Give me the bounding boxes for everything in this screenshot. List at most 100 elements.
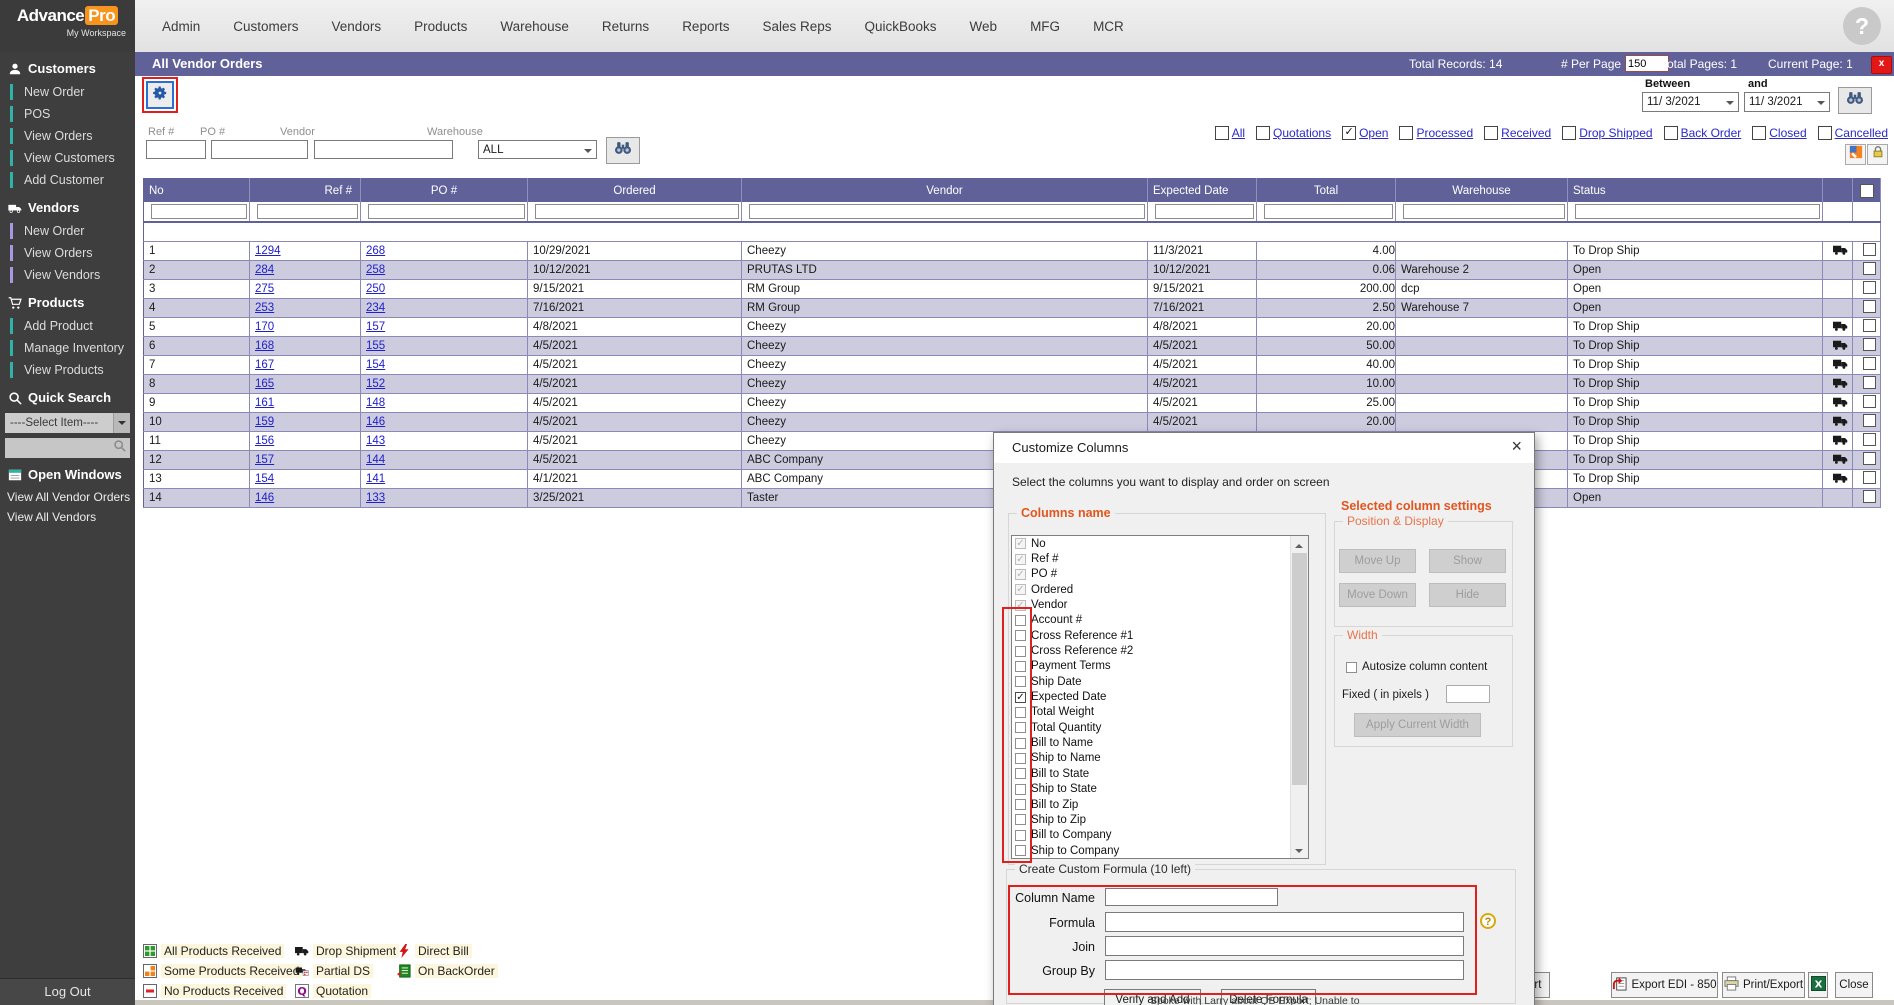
ref-link[interactable]: 170 [255, 321, 274, 333]
column-header-po[interactable]: PO # [361, 179, 528, 203]
select-all-checkbox[interactable] [1860, 184, 1874, 198]
dialog-column-item-expected-date[interactable]: ✓Expected Date [1012, 689, 1308, 704]
ref-link[interactable]: 159 [255, 416, 274, 428]
sidebar-item-products-add-product[interactable]: Add Product [0, 315, 135, 337]
ref-link[interactable]: 168 [255, 340, 274, 352]
sidebar-item-vendors-view-orders[interactable]: View Orders [0, 242, 135, 264]
excel-button[interactable]: X [1808, 972, 1828, 998]
ref-link[interactable]: 165 [255, 378, 274, 390]
dialog-column-item-bill-to-company[interactable]: Bill to Company [1012, 828, 1308, 843]
row-checkbox[interactable] [1863, 395, 1876, 408]
nav-item-returns[interactable]: Returns [602, 19, 649, 34]
po-link[interactable]: 146 [366, 416, 385, 428]
ref-link[interactable]: 167 [255, 359, 274, 371]
group-by-input[interactable] [1105, 960, 1464, 980]
column-filter-input[interactable] [368, 204, 525, 219]
column-name-input[interactable] [1105, 888, 1278, 906]
formula-input[interactable] [1105, 912, 1464, 932]
select-all-header[interactable] [1853, 179, 1881, 203]
scroll-up-icon[interactable] [1291, 536, 1308, 552]
ref-link[interactable]: 1294 [255, 245, 281, 257]
dialog-column-item-ship-to-company[interactable]: Ship to Company [1012, 843, 1308, 858]
row-checkbox[interactable] [1863, 262, 1876, 275]
logout-button[interactable]: Log Out [0, 978, 135, 1005]
column-header-status[interactable]: Status [1568, 179, 1823, 203]
po-link[interactable]: 148 [366, 397, 385, 409]
ref-link[interactable]: 156 [255, 435, 274, 447]
close-icon[interactable]: × [1511, 436, 1522, 457]
scroll-down-icon[interactable] [1291, 842, 1308, 858]
dialog-column-item-bill-to-name[interactable]: Bill to Name [1012, 735, 1308, 750]
po-link[interactable]: 141 [366, 473, 385, 485]
date-from-select[interactable]: 11/ 3/2021 [1642, 92, 1739, 112]
sidebar-item-customers-add-customer[interactable]: Add Customer [0, 169, 135, 191]
export-excel-button[interactable] [1845, 144, 1866, 165]
close-button[interactable]: Close [1835, 972, 1873, 998]
fixed-width-input[interactable] [1446, 685, 1490, 703]
po-link[interactable]: 133 [366, 492, 385, 504]
po-link[interactable]: 258 [366, 264, 385, 276]
dialog-column-item-bill-to-state[interactable]: Bill to State [1012, 766, 1308, 781]
ref-link[interactable]: 161 [255, 397, 274, 409]
po-filter-input[interactable] [211, 140, 308, 159]
dialog-column-item-total-quantity[interactable]: Total Quantity [1012, 720, 1308, 735]
move-up-button[interactable]: Move Up [1339, 549, 1416, 573]
column-filter-input[interactable] [1403, 204, 1565, 219]
dialog-column-item-account[interactable]: Account # [1012, 613, 1308, 628]
column-header-ordered[interactable]: Ordered [528, 179, 742, 203]
dialog-column-item-payment-terms[interactable]: Payment Terms [1012, 659, 1308, 674]
column-header-total[interactable]: Total [1257, 179, 1396, 203]
status-filter-all[interactable]: All [1215, 126, 1245, 140]
sidebar-item-vendors-view-vendors[interactable]: View Vendors [0, 264, 135, 286]
filter-search-button[interactable] [606, 137, 640, 164]
sidebar-item-customers-new-order[interactable]: New Order [0, 81, 135, 103]
scrollbar[interactable] [1290, 536, 1308, 858]
ref-link[interactable]: 154 [255, 473, 274, 485]
apply-width-button[interactable]: Apply Current Width [1354, 713, 1481, 737]
sidebar-item-customers-view-orders[interactable]: View Orders [0, 125, 135, 147]
ref-link[interactable]: 157 [255, 454, 274, 466]
dialog-column-item-cross-reference-1[interactable]: Cross Reference #1 [1012, 628, 1308, 643]
sidebar-item-products-manage-inventory[interactable]: Manage Inventory [0, 337, 135, 359]
date-search-button[interactable] [1838, 87, 1872, 114]
column-filter-input[interactable] [257, 204, 358, 219]
row-checkbox[interactable] [1863, 471, 1876, 484]
ref-link[interactable]: 253 [255, 302, 274, 314]
row-checkbox[interactable] [1863, 490, 1876, 503]
po-link[interactable]: 152 [366, 378, 385, 390]
status-filter-cancelled[interactable]: Cancelled [1818, 126, 1888, 140]
open-window-view-all-vendor-orders[interactable]: View All Vendor Orders [0, 487, 135, 507]
row-checkbox[interactable] [1863, 338, 1876, 351]
po-link[interactable]: 268 [366, 245, 385, 257]
column-header-expected-date[interactable]: Expected Date [1148, 179, 1257, 203]
nav-item-products[interactable]: Products [414, 19, 467, 34]
sidebar-item-vendors-new-order[interactable]: New Order [0, 220, 135, 242]
status-filter-processed[interactable]: Processed [1399, 126, 1473, 140]
status-filter-quotations[interactable]: Quotations [1256, 126, 1331, 140]
date-to-select[interactable]: 11/ 3/2021 [1744, 92, 1830, 112]
row-checkbox[interactable] [1863, 300, 1876, 313]
autosize-checkbox[interactable]: Autosize column content [1346, 661, 1487, 673]
vendor-filter-input[interactable] [314, 140, 453, 159]
dialog-column-item-ship-to-name[interactable]: Ship to Name [1012, 751, 1308, 766]
open-window-view-all-vendors[interactable]: View All Vendors [0, 507, 135, 527]
move-down-button[interactable]: Move Down [1339, 583, 1416, 607]
scrollbar-thumb[interactable] [1292, 553, 1307, 785]
nav-item-sales-reps[interactable]: Sales Reps [762, 19, 831, 34]
help-icon[interactable]: ? [1843, 7, 1881, 45]
dialog-column-item-no[interactable]: ✓No [1012, 536, 1308, 551]
po-link[interactable]: 144 [366, 454, 385, 466]
nav-item-warehouse[interactable]: Warehouse [500, 19, 569, 34]
customize-columns-button[interactable] [146, 81, 174, 109]
sidebar-item-customers-pos[interactable]: POS [0, 103, 135, 125]
po-link[interactable]: 154 [366, 359, 385, 371]
show-button[interactable]: Show [1429, 549, 1506, 573]
close-window-button[interactable]: x [1871, 56, 1892, 74]
column-filter-input[interactable] [1155, 204, 1254, 219]
quick-search-input[interactable] [5, 438, 130, 458]
nav-item-mfg[interactable]: MFG [1030, 19, 1060, 34]
column-header-vendor[interactable]: Vendor [742, 179, 1148, 203]
ref-link[interactable]: 275 [255, 283, 274, 295]
column-filter-input[interactable] [1575, 204, 1820, 219]
dialog-column-item-ship-to-state[interactable]: Ship to State [1012, 782, 1308, 797]
